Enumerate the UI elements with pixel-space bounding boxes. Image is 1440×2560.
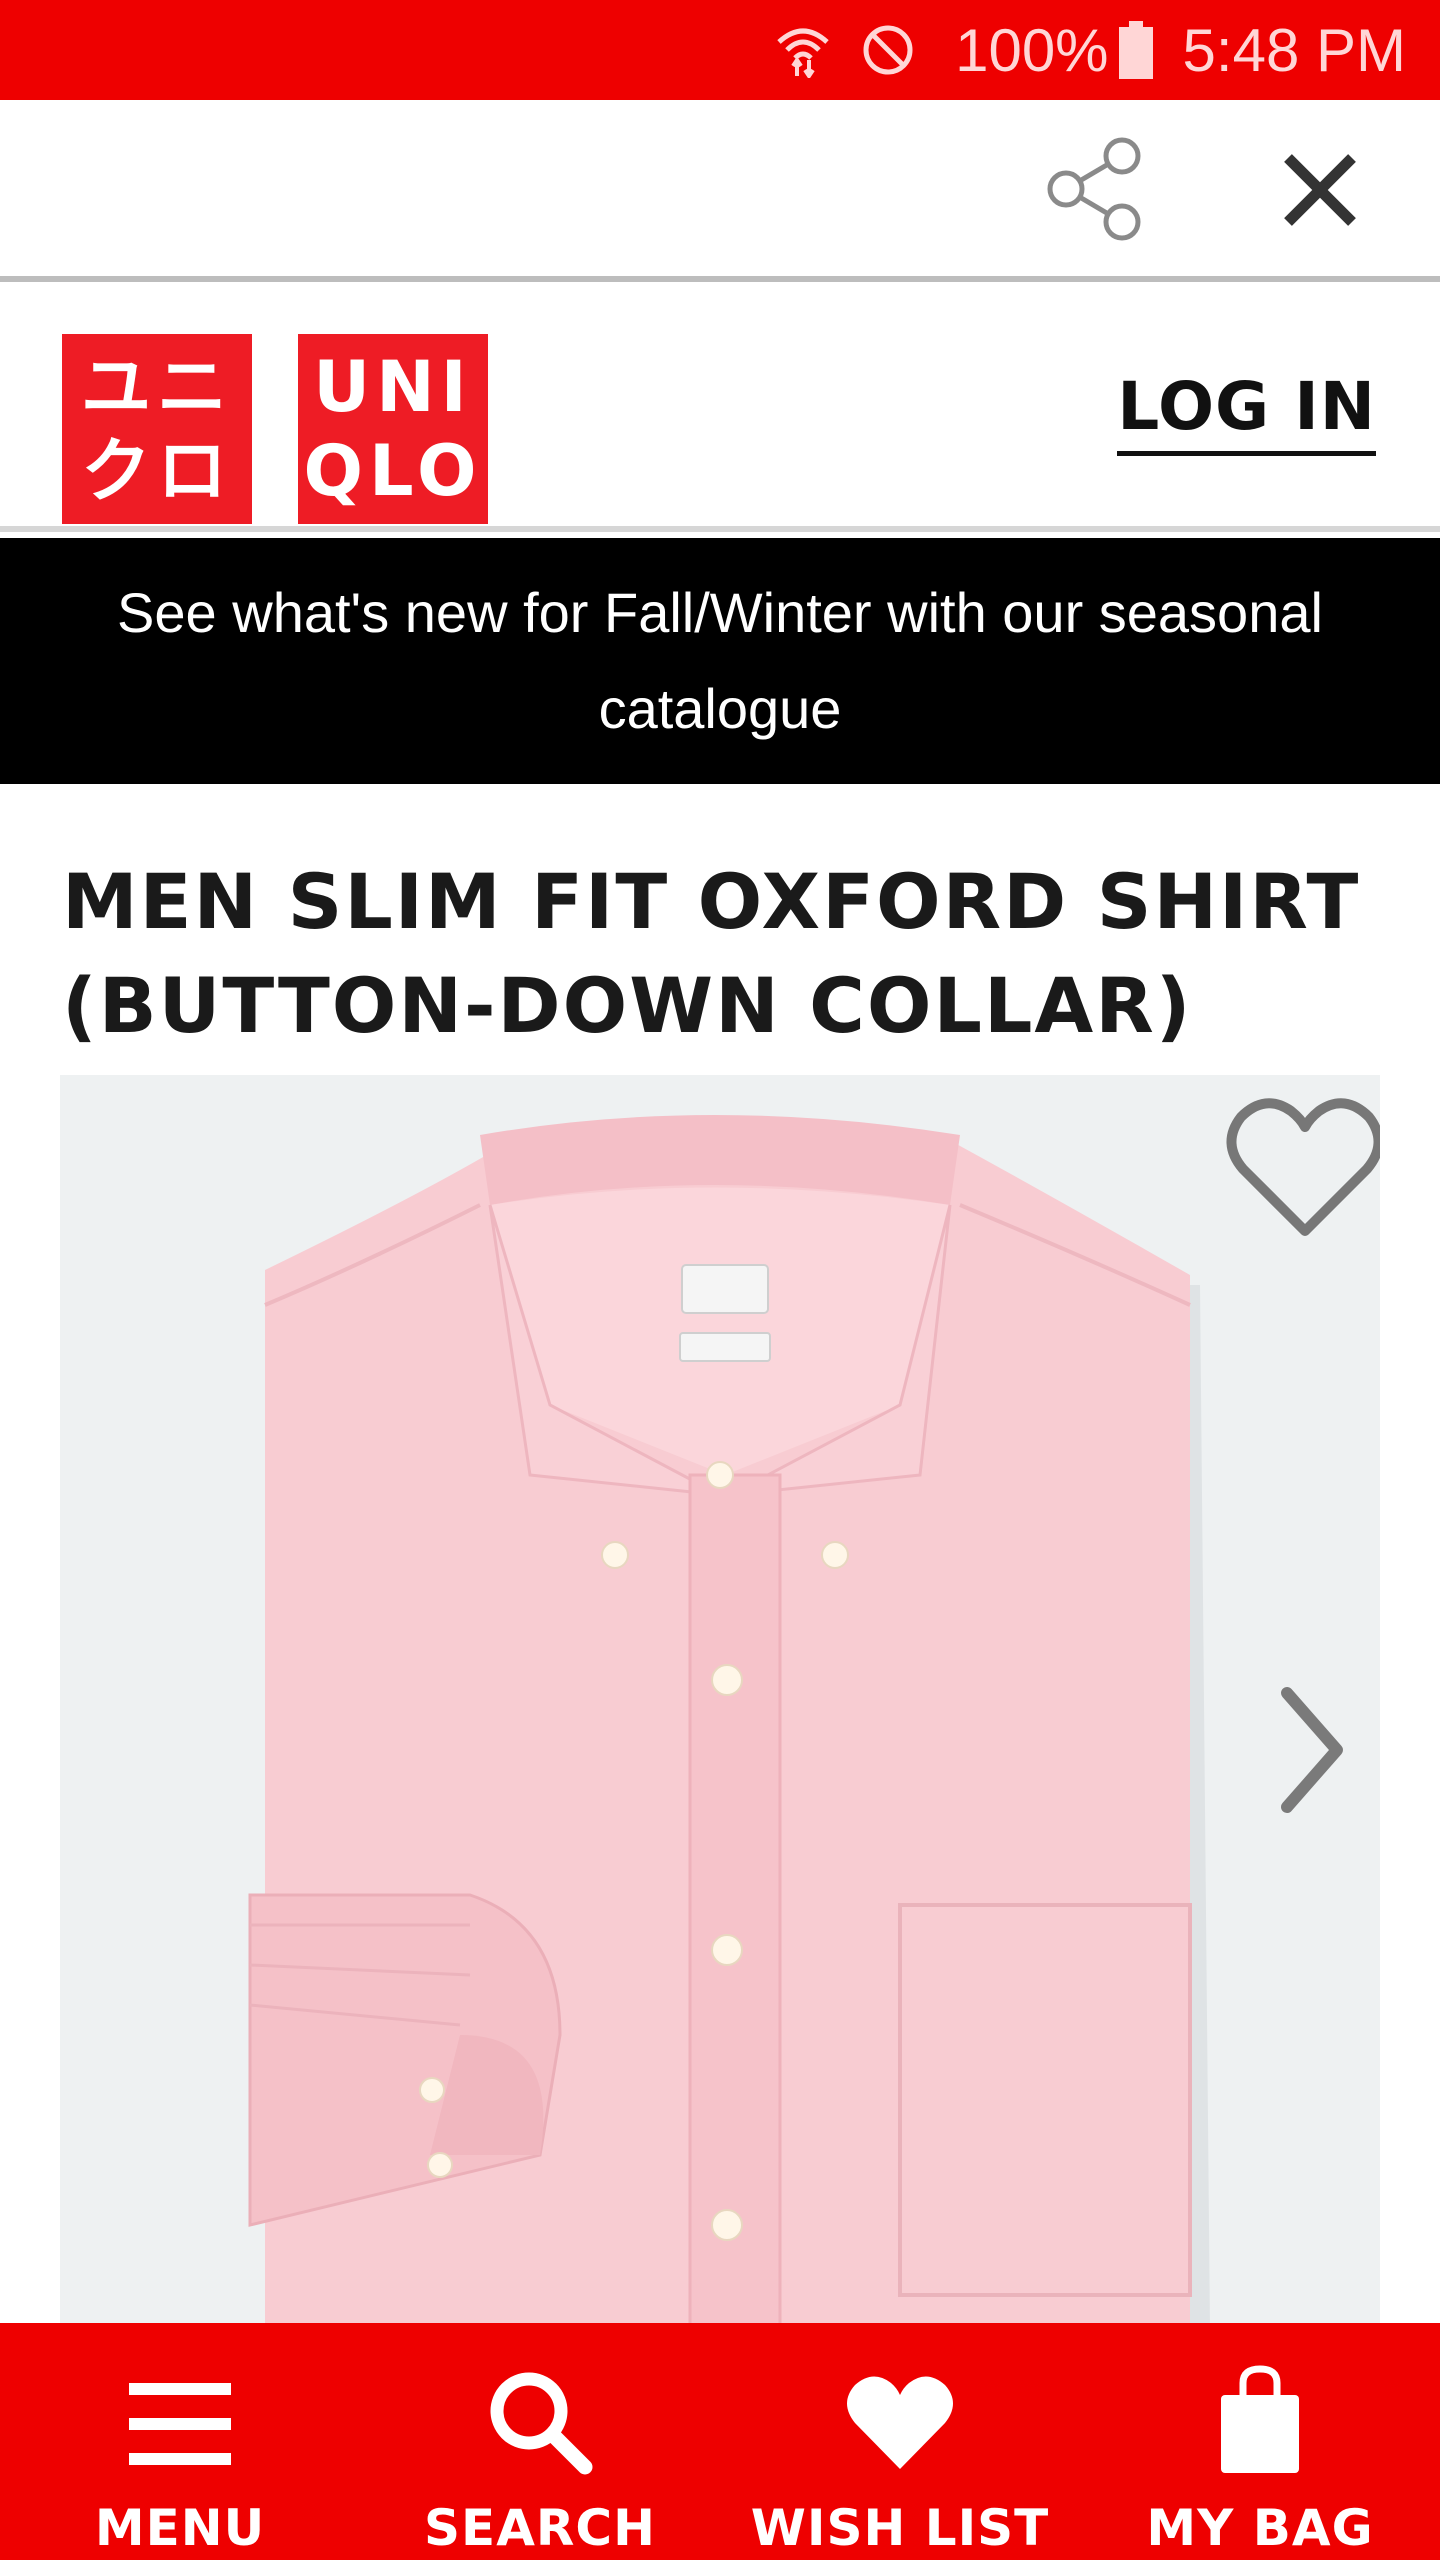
logo-latin-line2: QLO bbox=[303, 430, 483, 512]
product-title-line2: (BUTTON-DOWN COLLAR) bbox=[62, 961, 1193, 1050]
nav-search-label: SEARCH bbox=[424, 2499, 656, 2557]
heart-icon bbox=[847, 2376, 953, 2469]
hamburger-icon bbox=[129, 2383, 231, 2465]
search-icon bbox=[490, 2372, 593, 2475]
do-not-disturb-icon bbox=[861, 23, 915, 77]
battery-percent: 100% bbox=[955, 16, 1109, 84]
share-icon bbox=[1047, 137, 1141, 241]
logo-latin-line1: UNI bbox=[313, 346, 473, 428]
uniqlo-logo[interactable]: UNI QLO bbox=[298, 334, 488, 524]
close-icon bbox=[1284, 154, 1356, 226]
bottom-navigation: MENU SEARCH WISH LIST MY BAG bbox=[0, 2323, 1440, 2560]
product-image-carousel[interactable] bbox=[60, 1075, 1380, 2330]
clock: 5:48 PM bbox=[1182, 16, 1406, 84]
add-to-wishlist-button[interactable] bbox=[1225, 1093, 1380, 1243]
nav-wishlist[interactable]: WISH LIST bbox=[720, 2323, 1080, 2560]
status-bar: 100% 5:48 PM bbox=[0, 0, 1440, 100]
top-toolbar bbox=[0, 100, 1440, 282]
nav-bag-label: MY BAG bbox=[1146, 2499, 1374, 2557]
product-title: MEN SLIM FIT OXFORD SHIRT (BUTTON-DOWN C… bbox=[62, 850, 1362, 1058]
heart-outline-icon bbox=[1226, 1098, 1380, 1236]
nav-bag[interactable]: MY BAG bbox=[1080, 2323, 1440, 2560]
product-photo bbox=[248, 1115, 1210, 2330]
nav-wishlist-label: WISH LIST bbox=[750, 2499, 1050, 2557]
logo-kana-line1: ユニ bbox=[81, 346, 233, 428]
product-title-line1: MEN SLIM FIT OXFORD SHIRT bbox=[62, 857, 1361, 946]
uniqlo-logo-kana[interactable]: ユニ クロ bbox=[62, 334, 252, 524]
next-image-button[interactable] bbox=[1265, 1675, 1355, 1825]
nav-menu[interactable]: MENU bbox=[0, 2323, 360, 2560]
battery-icon bbox=[1118, 21, 1153, 79]
close-button[interactable] bbox=[1270, 140, 1370, 240]
promo-banner-text: See what's new for Fall/Winter with our … bbox=[117, 581, 1323, 740]
promo-banner[interactable]: See what's new for Fall/Winter with our … bbox=[0, 538, 1440, 784]
nav-menu-label: MENU bbox=[94, 2499, 266, 2557]
chevron-right-icon bbox=[1281, 1687, 1343, 1813]
nav-search[interactable]: SEARCH bbox=[360, 2323, 720, 2560]
logo-kana-line2: クロ bbox=[81, 430, 233, 512]
wifi-data-icon bbox=[775, 22, 831, 78]
site-header: ユニ クロ UNI QLO LOG IN bbox=[0, 288, 1440, 532]
share-button[interactable] bbox=[1040, 134, 1150, 244]
login-link[interactable]: LOG IN bbox=[1117, 368, 1376, 456]
bag-icon bbox=[1221, 2365, 1299, 2473]
